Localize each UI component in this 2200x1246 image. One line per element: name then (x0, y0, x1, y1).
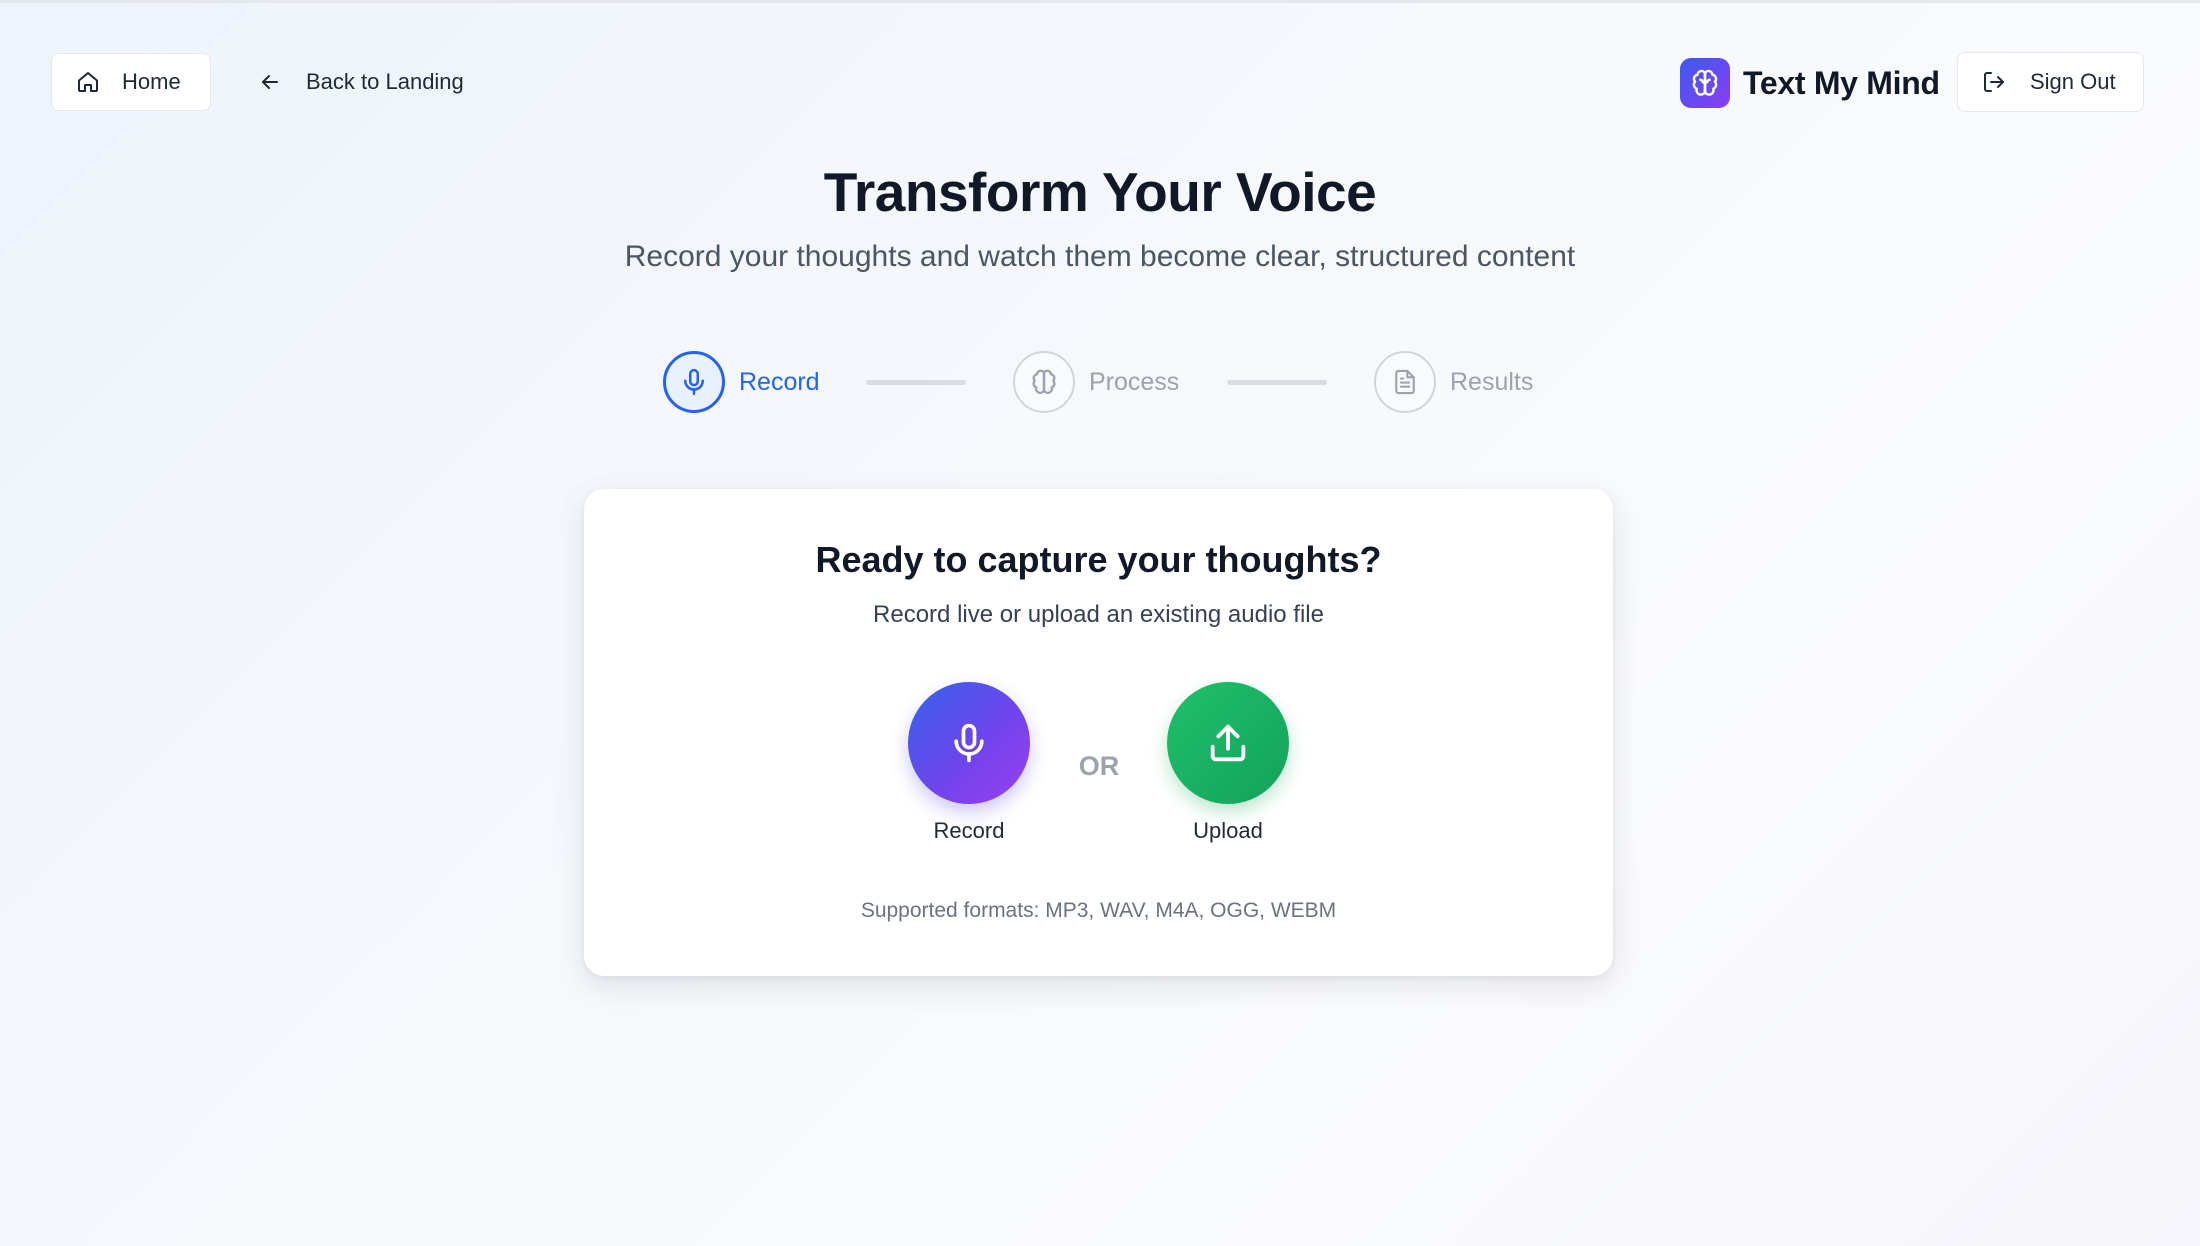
page-subtitle: Record your thoughts and watch them beco… (624, 240, 1576, 273)
step-record: Record (663, 351, 820, 413)
record-button[interactable] (908, 682, 1030, 804)
card-title: Ready to capture your thoughts? (815, 539, 1382, 580)
upload-action: Upload (1166, 682, 1290, 844)
brain-icon (1013, 351, 1075, 413)
home-icon (76, 70, 100, 94)
step-results-label: Results (1450, 367, 1534, 396)
step-record-label: Record (739, 367, 820, 396)
upload-button[interactable] (1167, 682, 1289, 804)
upload-icon (1205, 720, 1251, 766)
upload-button-label: Upload (1193, 818, 1263, 843)
step-connector (1227, 380, 1327, 385)
step-process: Process (1013, 351, 1179, 413)
step-process-label: Process (1089, 367, 1180, 396)
page-title: Transform Your Voice (823, 161, 1377, 223)
step-connector (866, 380, 966, 385)
record-button-label: Record (933, 818, 1005, 843)
window-top-border (0, 0, 2200, 3)
brain-logo-icon (1680, 58, 1730, 108)
mic-icon (663, 351, 725, 413)
home-button-label: Home (122, 69, 181, 94)
brand: Text My Mind (1680, 58, 1940, 108)
or-separator: OR (1078, 751, 1120, 781)
arrow-left-icon (258, 70, 282, 94)
sign-out-label: Sign Out (2030, 69, 2116, 94)
document-icon (1374, 351, 1436, 413)
sign-out-button[interactable]: Sign Out (1957, 52, 2144, 112)
back-to-landing-link[interactable]: Back to Landing (258, 53, 464, 111)
brand-name: Text My Mind (1743, 64, 1940, 101)
record-action: Record (907, 682, 1031, 844)
step-results: Results (1374, 351, 1533, 413)
sign-out-icon (1982, 70, 2006, 94)
supported-formats: Supported formats: MP3, WAV, M4A, OGG, W… (860, 899, 1337, 922)
card-subtitle: Record live or upload an existing audio … (873, 601, 1324, 628)
capture-card: Ready to capture your thoughts? Record l… (584, 489, 1613, 976)
microphone-icon (947, 721, 991, 765)
back-to-landing-label: Back to Landing (306, 69, 464, 94)
home-button[interactable]: Home (51, 53, 211, 111)
